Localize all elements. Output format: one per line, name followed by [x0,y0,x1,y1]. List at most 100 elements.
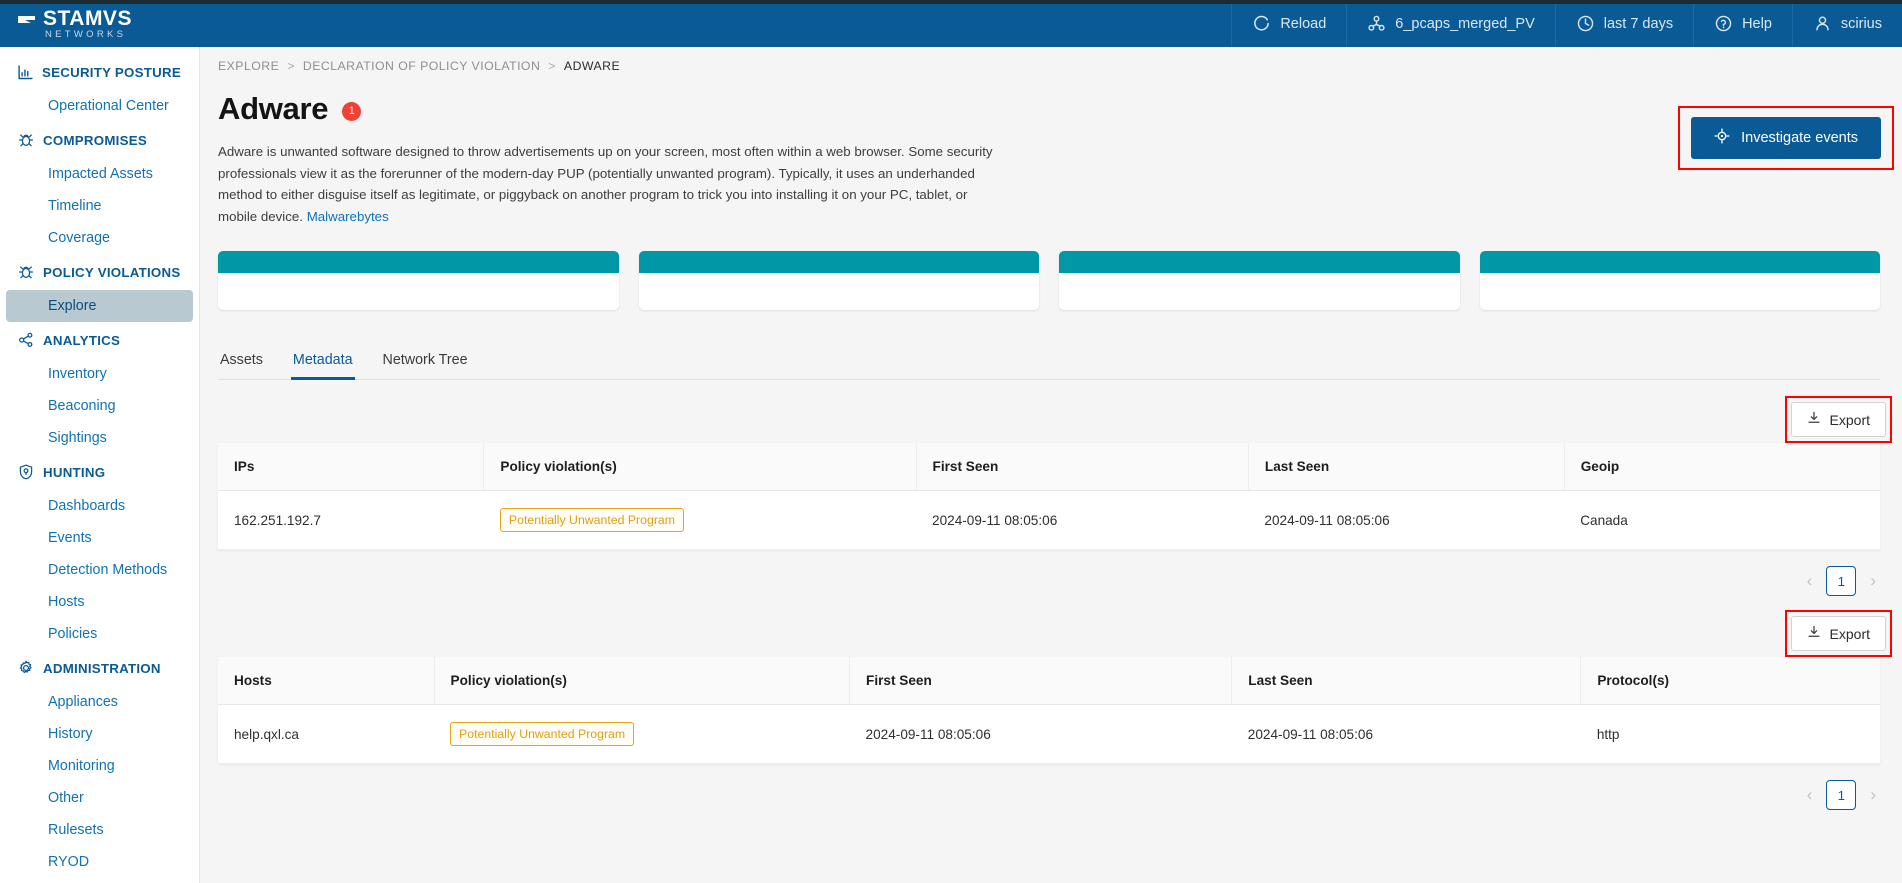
breadcrumb: EXPLORE>DECLARATION OF POLICY VIOLATION>… [200,47,1902,73]
sidebar-item-dashboards[interactable]: Dashboards [6,490,193,522]
column-header-protocol-s: Protocol(s) [1581,657,1880,705]
investigate-events-label: Investigate events [1741,130,1858,146]
bar-chart-icon [18,65,33,80]
sidebar-item-monitoring[interactable]: Monitoring [6,750,193,782]
policy-violation-chip[interactable]: Potentially Unwanted Program [500,508,684,532]
sidebar-item-inventory[interactable]: Inventory [6,358,193,390]
pagination-prev[interactable]: ‹ [1807,785,1813,805]
sidebar-group-analytics[interactable]: ANALYTICS [0,322,199,358]
sidebar-group-label: HUNTING [43,465,105,480]
brand-name: STAMVS [43,7,132,30]
stat-card-methods [1480,287,1680,292]
table-row[interactable]: 162.251.192.7 Potentially Unwanted Progra… [218,491,1880,550]
pagination-next[interactable]: › [1870,571,1876,591]
sidebar-item-detection-methods[interactable]: Detection Methods [6,554,193,586]
cell-ip: 162.251.192.7 [218,491,484,550]
policy-violation-chip[interactable]: Potentially Unwanted Program [450,722,634,746]
sidebar-item-timeline[interactable]: Timeline [6,190,193,222]
cell-first-seen: 2024-09-11 08:05:06 [850,705,1232,764]
column-header-last-seen: Last Seen [1248,443,1564,491]
sidebar-item-ryod[interactable]: RYOD [6,846,193,878]
tab-metadata[interactable]: Metadata [291,346,355,380]
app-root: STAMVS NETWORKS Reload 6_pcaps_merged_PV [0,0,1902,883]
sidebar-group-label: COMPROMISES [43,133,147,148]
help-button[interactable]: Help [1693,0,1792,47]
sidebar-group-label: SECURITY POSTURE [42,65,181,80]
sidebar-group-compromises[interactable]: COMPROMISES [0,122,199,158]
reload-label: Reload [1280,16,1326,32]
brand-subtitle: NETWORKS [43,30,132,40]
sidebar-item-operational-center[interactable]: Operational Center [6,90,193,122]
stat-card-methods [639,287,839,292]
export-button-ips[interactable]: Export [1791,402,1886,437]
reload-icon [1252,14,1271,33]
user-menu[interactable]: scirius [1792,0,1902,47]
pagination-next[interactable]: › [1870,785,1876,805]
malwarebytes-link[interactable]: Malwarebytes [307,209,389,224]
ips-header-row: IPsPolicy violation(s)First SeenLast See… [218,443,1880,491]
sidebar-item-policies[interactable]: Policies [6,618,193,650]
cell-host: help.qxl.ca [218,705,434,764]
column-header-first-seen: First Seen [916,443,1248,491]
export-button-hosts[interactable]: Export [1791,616,1886,651]
stat-card-title [639,251,1040,273]
column-header-last-seen: Last Seen [1232,657,1581,705]
export-row-ips: Export [200,380,1902,443]
column-header-hosts: Hosts [218,657,434,705]
cell-last-seen: 2024-09-11 08:05:06 [1232,705,1581,764]
ips-table-body: 162.251.192.7 Potentially Unwanted Progra… [218,491,1880,550]
time-range-selector[interactable]: last 7 days [1555,0,1693,47]
column-header-policy-violation-s: Policy violation(s) [484,443,916,491]
sidebar-group-policy-violations[interactable]: POLICY VIOLATIONS [0,254,199,290]
stat-card-version [839,287,1039,292]
main-content: EXPLORE>DECLARATION OF POLICY VIOLATION>… [200,47,1902,883]
investigate-highlight: Investigate events [1678,106,1894,170]
tab-assets[interactable]: Assets [218,346,265,380]
reload-button[interactable]: Reload [1231,0,1346,47]
ips-table-head: IPsPolicy violation(s)First SeenLast See… [218,443,1880,491]
table-row[interactable]: help.qxl.ca Potentially Unwanted Program 2… [218,705,1880,764]
download-icon [1807,625,1821,642]
bug-icon [18,264,34,280]
sidebar-group-label: ADMINISTRATION [43,661,161,676]
sidebar: SECURITY POSTURE Operational Center COMPRO… [0,47,200,883]
clock-icon [1576,14,1595,33]
sidebar-item-sightings[interactable]: Sightings [6,422,193,454]
investigate-events-button[interactable]: Investigate events [1691,117,1881,159]
breadcrumb-item-declaration-of-policy-violation[interactable]: DECLARATION OF POLICY VIOLATION [303,59,540,73]
sidebar-item-sources[interactable]: Sources [6,878,193,883]
pagination-prev[interactable]: ‹ [1807,571,1813,591]
brand-logo[interactable]: STAMVS NETWORKS [0,0,200,47]
breadcrumb-item-explore[interactable]: EXPLORE [218,59,279,73]
tab-network-tree[interactable]: Network Tree [381,346,470,380]
stat-card-body [1480,273,1881,310]
time-range-label: last 7 days [1604,16,1673,32]
pagination-page-1[interactable]: 1 [1826,566,1856,596]
sidebar-item-appliances[interactable]: Appliances [6,686,193,718]
sidebar-item-explore[interactable]: Explore [6,290,193,322]
stat-card-body [1059,273,1460,310]
export-label-hosts: Export [1830,626,1870,642]
stamvs-logo-icon [18,15,37,32]
sidebar-item-history[interactable]: History [6,718,193,750]
column-header-ips: IPs [218,443,484,491]
stat-card-version [418,287,618,292]
sidebar-item-other[interactable]: Other [6,782,193,814]
hosts-table: HostsPolicy violation(s)First SeenLast S… [218,657,1880,764]
sidebar-group-hunting[interactable]: HUNTING [0,454,199,490]
sidebar-item-hosts[interactable]: Hosts [6,586,193,618]
ips-pagination: ‹ 1 › [200,550,1902,596]
breadcrumb-separator: > [287,59,295,73]
sidebar-item-coverage[interactable]: Coverage [6,222,193,254]
sidebar-item-impacted-assets[interactable]: Impacted Assets [6,158,193,190]
sidebar-group-administration[interactable]: ADMINISTRATION [0,650,199,686]
pagination-page-1[interactable]: 1 [1826,780,1856,810]
share-nodes-icon [18,332,34,348]
hosts-table-head: HostsPolicy violation(s)First SeenLast S… [218,657,1880,705]
sidebar-item-rulesets[interactable]: Rulesets [6,814,193,846]
cell-protocol: http [1581,705,1880,764]
sidebar-item-beaconing[interactable]: Beaconing [6,390,193,422]
sidebar-item-events[interactable]: Events [6,522,193,554]
sidebar-group-security-posture[interactable]: SECURITY POSTURE [0,55,199,90]
source-selector[interactable]: 6_pcaps_merged_PV [1346,0,1554,47]
